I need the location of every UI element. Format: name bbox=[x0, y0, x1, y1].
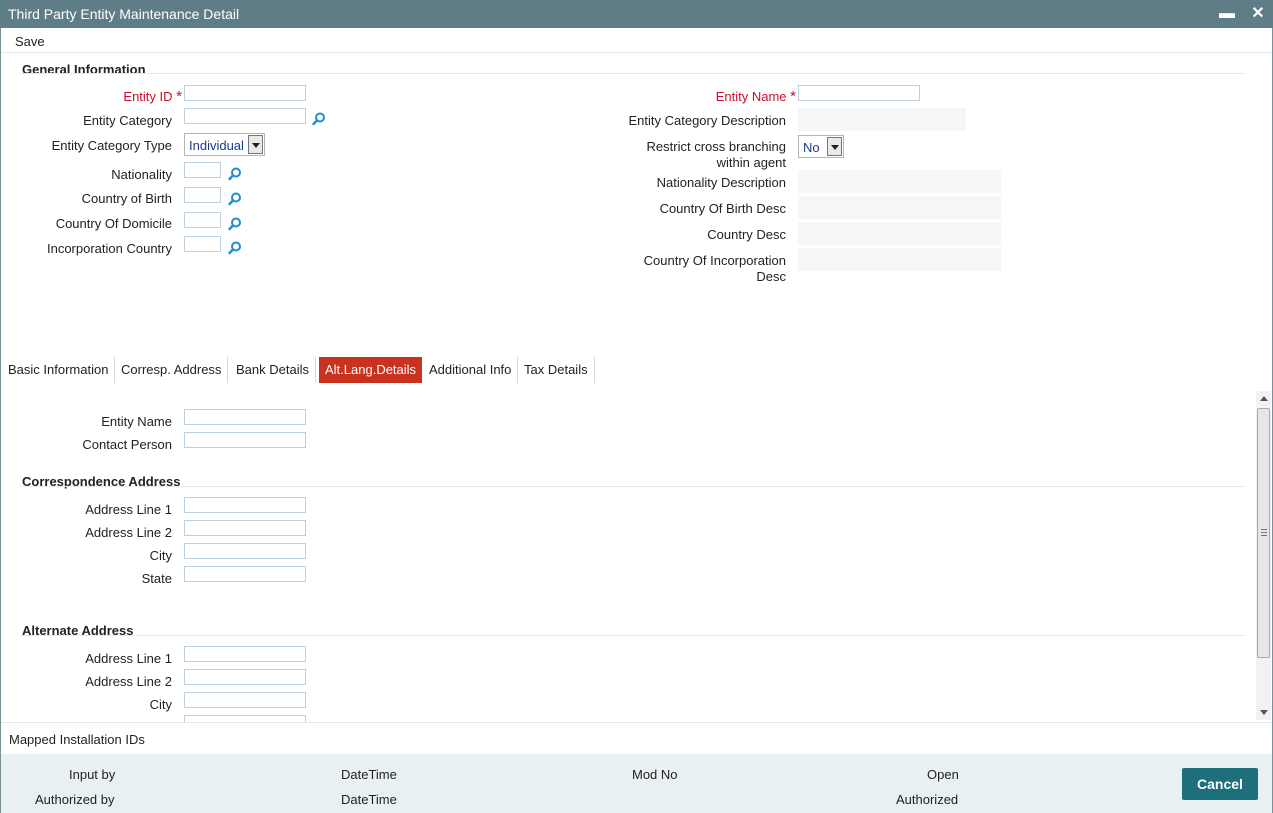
restrict-cross-branching-select[interactable]: No bbox=[798, 135, 844, 158]
corr-state-input[interactable] bbox=[184, 566, 306, 582]
alt-city-label: City bbox=[149, 697, 172, 712]
country-of-birth-desc-label: Country Of Birth Desc bbox=[659, 201, 786, 216]
alt-address-line-1-label: Address Line 1 bbox=[85, 651, 172, 666]
country-of-birth-label: Country of Birth bbox=[81, 191, 172, 206]
incorporation-country-input[interactable] bbox=[184, 236, 221, 252]
window-title: Third Party Entity Maintenance Detail bbox=[8, 6, 240, 22]
entity-name-input[interactable] bbox=[798, 85, 920, 101]
mapped-installation-ids-link[interactable]: Mapped Installation IDs bbox=[9, 732, 145, 747]
section-divider bbox=[20, 486, 1246, 487]
entity-category-type-select[interactable]: Individual bbox=[184, 133, 265, 156]
corr-address-line-2-input[interactable] bbox=[184, 520, 306, 536]
country-of-birth-input[interactable] bbox=[184, 187, 221, 203]
tab-corresp-address[interactable]: Corresp. Address bbox=[115, 357, 229, 383]
country-desc-label: Country Desc bbox=[707, 227, 786, 242]
entity-id-label: Entity ID * bbox=[123, 88, 182, 105]
close-icon[interactable]: ✕ bbox=[1247, 3, 1269, 25]
alt-state-input[interactable] bbox=[184, 715, 306, 722]
entity-name-label: Entity Name * bbox=[715, 88, 796, 105]
section-divider bbox=[20, 635, 1246, 636]
cancel-button[interactable]: Cancel bbox=[1182, 768, 1258, 800]
tab-content-scrollbar[interactable] bbox=[1256, 391, 1271, 720]
country-desc-field bbox=[798, 222, 1001, 246]
tab-tax-details[interactable]: Tax Details bbox=[518, 357, 595, 383]
alt-address-line-2-label: Address Line 2 bbox=[85, 674, 172, 689]
authorized-by-label: Authorized by bbox=[35, 792, 115, 807]
nationality-label: Nationality bbox=[111, 167, 172, 182]
country-of-birth-desc-field bbox=[798, 196, 1001, 220]
alt-address-line-1-input[interactable] bbox=[184, 646, 306, 662]
tab-alt-lang-details[interactable]: Alt.Lang.Details bbox=[319, 357, 423, 383]
chevron-down-icon bbox=[248, 135, 263, 154]
scrollbar-thumb[interactable] bbox=[1257, 408, 1270, 658]
alt-entity-name-label: Entity Name bbox=[101, 414, 172, 429]
corr-city-input[interactable] bbox=[184, 543, 306, 559]
entity-category-input[interactable] bbox=[184, 108, 306, 124]
search-icon[interactable] bbox=[228, 167, 242, 181]
alt-entity-name-input[interactable] bbox=[184, 409, 306, 425]
country-of-domicile-input[interactable] bbox=[184, 212, 221, 228]
entity-category-type-label: Entity Category Type bbox=[51, 138, 172, 153]
authorized-datetime-label: DateTime bbox=[341, 792, 397, 807]
entity-id-input[interactable] bbox=[184, 85, 306, 101]
restrict-cross-branching-value: No bbox=[803, 140, 820, 155]
authorized-status-label: Authorized bbox=[896, 792, 959, 807]
scroll-up-icon[interactable] bbox=[1256, 391, 1271, 406]
tab-basic-information[interactable]: Basic Information bbox=[2, 357, 116, 383]
corr-address-line-1-input[interactable] bbox=[184, 497, 306, 513]
section-divider bbox=[20, 73, 1246, 74]
tab-bank-details[interactable]: Bank Details bbox=[230, 357, 316, 383]
entity-category-type-value: Individual bbox=[189, 138, 244, 153]
general-information-title: General Information bbox=[22, 62, 146, 77]
search-icon[interactable] bbox=[312, 112, 326, 126]
toolbar: Save bbox=[1, 28, 1272, 53]
audit-footer: Input by Authorized by DateTime DateTime… bbox=[1, 754, 1272, 813]
country-of-incorporation-desc-field bbox=[798, 248, 1001, 272]
save-button[interactable]: Save bbox=[15, 34, 45, 49]
search-icon[interactable] bbox=[228, 241, 242, 255]
input-by-label: Input by bbox=[69, 767, 116, 782]
entity-category-label: Entity Category bbox=[83, 113, 172, 128]
minimize-icon[interactable]: ▬ bbox=[1216, 3, 1238, 25]
scroll-down-icon[interactable] bbox=[1256, 705, 1271, 720]
contact-person-input[interactable] bbox=[184, 432, 306, 448]
restrict-cross-branching-label: Restrict cross branching within agent bbox=[646, 139, 786, 170]
nationality-description-field bbox=[798, 170, 1001, 194]
nationality-input[interactable] bbox=[184, 162, 221, 178]
search-icon[interactable] bbox=[228, 217, 242, 231]
mod-no-label: Mod No bbox=[632, 767, 678, 782]
corr-address-line-2-label: Address Line 2 bbox=[85, 525, 172, 540]
nationality-description-label: Nationality Description bbox=[656, 175, 786, 190]
alt-address-line-2-input[interactable] bbox=[184, 669, 306, 685]
country-of-incorporation-desc-label: Country Of Incorporation Desc bbox=[643, 253, 786, 284]
corr-city-label: City bbox=[149, 548, 172, 563]
incorporation-country-label: Incorporation Country bbox=[46, 241, 172, 256]
alt-city-input[interactable] bbox=[184, 692, 306, 708]
corr-state-label: State bbox=[141, 571, 172, 586]
search-icon[interactable] bbox=[228, 192, 242, 206]
tab-additional-info[interactable]: Additional Info bbox=[423, 357, 519, 383]
title-bar: Third Party Entity Maintenance Detail ▬ … bbox=[0, 0, 1273, 28]
mapped-installation-ids-bar: Mapped Installation IDs bbox=[1, 722, 1272, 754]
grip-icon bbox=[1261, 529, 1267, 536]
corr-address-line-1-label: Address Line 1 bbox=[85, 502, 172, 517]
country-of-domicile-label: Country Of Domicile bbox=[55, 216, 172, 231]
open-status-label: Open bbox=[927, 767, 959, 782]
input-datetime-label: DateTime bbox=[341, 767, 397, 782]
window-border-left bbox=[0, 28, 1, 813]
contact-person-label: Contact Person bbox=[82, 437, 172, 452]
chevron-down-icon bbox=[827, 137, 842, 156]
entity-category-description-label: Entity Category Description bbox=[628, 113, 786, 128]
entity-category-description-field bbox=[798, 108, 966, 132]
